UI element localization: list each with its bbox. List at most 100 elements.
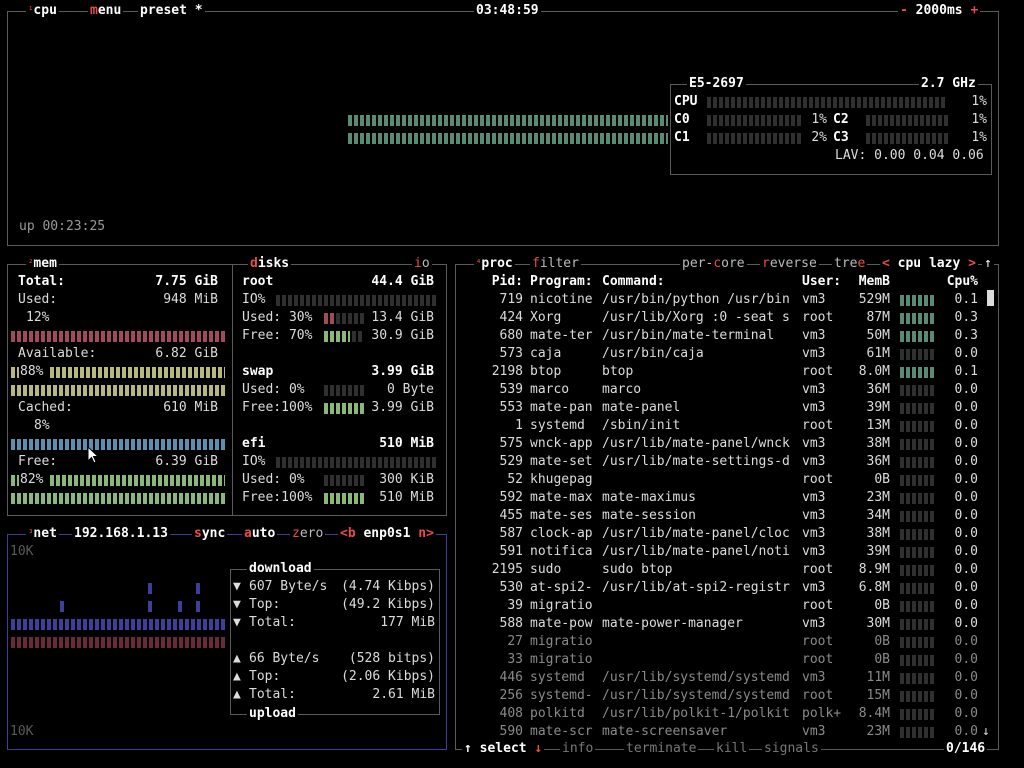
auto-toggle[interactable]: auto — [242, 526, 278, 542]
preset-button[interactable]: preset * — [138, 3, 205, 19]
interval-decrease[interactable]: - — [900, 3, 908, 18]
zero-toggle[interactable]: zero — [290, 526, 326, 542]
proc-mem: 87M — [866, 310, 890, 325]
proc-row[interactable]: 591 notifica/usr/lib/mate-panel/noti vm3 39… — [456, 543, 996, 561]
proc-row[interactable]: 2195 sudo sudo btop root 8.9M 0.0 — [456, 561, 996, 579]
proc-program: mate-pow — [530, 616, 593, 631]
disk-free-value-efi: 510 MiB — [379, 490, 434, 505]
header-cpu[interactable]: Cpu% — [936, 273, 978, 291]
mem-free-graph — [50, 475, 225, 486]
proc-command: /usr/lib/systemd/systemd — [602, 688, 790, 703]
menu-button[interactable]: menu — [88, 3, 124, 19]
proc-row[interactable]: 408 polkitd/usr/lib/polkit-1/polkit polk+ 8… — [456, 705, 996, 723]
disk-name-efi: efi — [242, 436, 266, 451]
proc-row[interactable]: 539 marco marco vm3 36M 0.0 — [456, 381, 996, 399]
kill-button[interactable]: kill — [714, 741, 750, 757]
proc-program: btop — [530, 364, 562, 379]
proc-pid: 588 — [499, 616, 523, 631]
sync-toggle[interactable]: sync — [192, 526, 228, 542]
proc-user: polk+ — [802, 706, 842, 721]
mem-free-pct: 82% — [20, 472, 44, 487]
disks-title[interactable]: disks — [248, 256, 292, 272]
proc-header: Pid: Program: Command: User: MemB Cpu% — [456, 273, 996, 291]
header-mem[interactable]: MemB — [846, 273, 890, 291]
interval-increase[interactable]: + — [970, 3, 978, 18]
upload-arrow-icon: ▲ — [233, 651, 241, 666]
info-button[interactable]: info — [560, 741, 596, 757]
per-core-toggle[interactable]: per-core — [680, 256, 747, 272]
io-toggle[interactable]: io — [412, 256, 432, 272]
header-program[interactable]: Program: — [530, 273, 593, 291]
proc-row[interactable]: 33 migratio root 0B 0.0 — [456, 651, 996, 669]
core-pct: 2% — [811, 130, 827, 145]
scroll-up-icon[interactable]: ↑ — [982, 256, 994, 272]
reverse-toggle[interactable]: reverse — [760, 256, 819, 272]
mem-used-graph — [11, 337, 225, 342]
signals-button[interactable]: signals — [762, 741, 821, 757]
proc-row[interactable]: 575 wnck-app/usr/lib/mate-panel/wnck vm3 38… — [456, 435, 996, 453]
proc-command: /sbin/init — [602, 418, 681, 433]
proc-user: root — [802, 634, 834, 649]
proc-row[interactable]: 52 khugepag root 0B 0.0 — [456, 471, 996, 489]
header-command[interactable]: Command: — [602, 273, 665, 291]
header-user[interactable]: User: — [802, 273, 841, 291]
proc-row[interactable]: 39 migratio root 0B 0.0 — [456, 597, 996, 615]
proc-row[interactable]: 680 mate-ter/usr/bin/mate-terminal vm3 50M 0… — [456, 327, 996, 345]
net-download-graph — [60, 601, 66, 612]
proc-user: vm3 — [802, 382, 826, 397]
proc-row[interactable]: 530 at-spi2- /usr/lib/at-spi2-registr vm3 6.… — [456, 579, 996, 597]
proc-user: vm3 — [802, 346, 826, 361]
next-interface-button[interactable]: n> — [418, 526, 434, 541]
cpu-graph-row-2 — [348, 133, 668, 144]
proc-row[interactable]: 588 mate-pow mate-power-manager vm3 30M 0.0 — [456, 615, 996, 633]
interval-control[interactable]: - 2000ms + — [898, 3, 981, 19]
proc-row[interactable]: 592 mate-max mate-maximus vm3 23M 0.0 — [456, 489, 996, 507]
proc-cpu-meter — [900, 727, 936, 738]
proc-user: vm3 — [802, 454, 826, 469]
proc-command: btop — [602, 364, 634, 379]
proc-row[interactable]: 1 systemd/sbin/init root 13M 0.0 — [456, 417, 996, 435]
proc-row[interactable]: 256 systemd- /usr/lib/systemd/systemd root 1… — [456, 687, 996, 705]
filter-button[interactable]: filter — [530, 256, 581, 272]
proc-row[interactable]: 27 migratio root 0B 0.0 — [456, 633, 996, 651]
proc-title[interactable]: ⁴proc — [474, 256, 515, 272]
scroll-down-icon[interactable]: ↓ — [982, 723, 990, 741]
terminate-button[interactable]: terminate — [624, 741, 699, 757]
proc-row[interactable]: 424 Xorg/usr/lib/Xorg :0 -seat s root 87M 0.… — [456, 309, 996, 327]
proc-row[interactable]: 587 clock-ap/usr/lib/mate-panel/cloc vm3 38… — [456, 525, 996, 543]
proc-row[interactable]: 529 mate-set/usr/lib/mate-settings-d vm3 36… — [456, 453, 996, 471]
net-scale-top: 10K — [10, 544, 34, 559]
proc-pid: 39 — [507, 598, 523, 613]
cpu-title[interactable]: ¹cpu — [26, 3, 59, 19]
download-arrow-icon: ▼ — [233, 579, 241, 594]
cpu-total-pct: 1% — [971, 94, 987, 109]
clock: 03:48:59 — [474, 3, 541, 19]
interface-selector[interactable]: <b enp0s1 n> — [338, 526, 436, 542]
proc-pid: 591 — [499, 544, 523, 559]
proc-command: /usr/lib/mate-panel/cloc — [602, 526, 790, 541]
sort-next-button[interactable]: > — [968, 256, 976, 271]
proc-program: mate-set — [530, 454, 593, 469]
proc-row[interactable]: 553 mate-pan mate-panel vm3 39M 0.0 — [456, 399, 996, 417]
proc-row[interactable]: 590 mate-scr mate-screensaver vm3 23M 0.0 — [456, 723, 996, 741]
mem-title[interactable]: ²mem — [26, 256, 59, 272]
proc-row[interactable]: 455 mate-ses mate-session vm3 34M 0.0 — [456, 507, 996, 525]
net-title[interactable]: ³net — [26, 526, 59, 542]
download-top: (49.2 Kibps) — [341, 597, 435, 612]
proc-mem: 30M — [866, 616, 890, 631]
proc-row[interactable]: 2198 btop btop root 8.0M 0.1 — [456, 363, 996, 381]
prev-interface-button[interactable]: <b — [340, 526, 356, 541]
proc-row[interactable]: 573 caja/usr/bin/caja vm3 61M 0.0 — [456, 345, 996, 363]
scrollbar-thumb[interactable] — [987, 290, 994, 306]
core-label: C3 — [833, 130, 849, 145]
sort-prev-button[interactable]: < — [882, 256, 890, 271]
proc-row[interactable]: 446 systemd/usr/lib/systemd/systemd vm3 11M… — [456, 669, 996, 687]
select-control[interactable]: ↑ select ↓ — [462, 741, 545, 757]
tree-toggle[interactable]: tree — [832, 256, 868, 272]
proc-user: vm3 — [802, 292, 826, 307]
proc-pid: 553 — [499, 400, 523, 415]
sort-selector[interactable]: < cpu lazy > — [880, 256, 978, 272]
proc-row[interactable]: 719 nicotine/usr/bin/python /usr/bin vm3 52… — [456, 291, 996, 309]
mem-total-label: Total: — [18, 274, 65, 289]
header-pid[interactable]: Pid: — [456, 273, 523, 291]
